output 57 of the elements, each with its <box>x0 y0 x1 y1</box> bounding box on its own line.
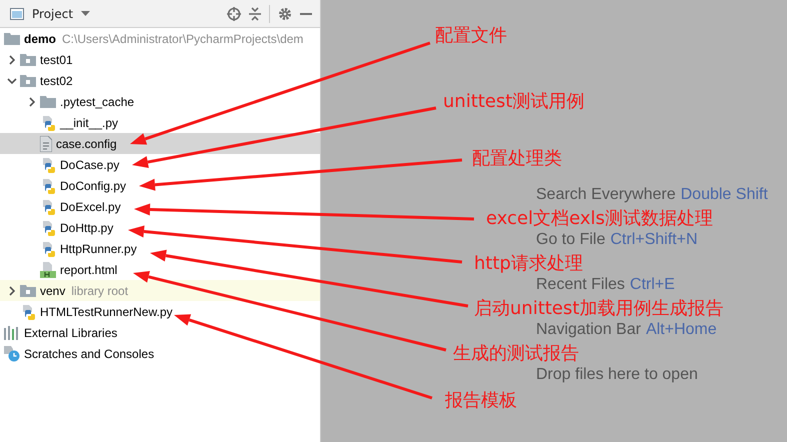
annotation-label: http请求处理 <box>474 253 583 275</box>
python-file-icon <box>40 220 56 236</box>
tree-item[interactable]: report.html <box>0 259 320 280</box>
annotation-label: 配置文件 <box>435 25 507 47</box>
tree-item[interactable]: HttpRunner.py <box>0 238 320 259</box>
shortcut-text: Ctrl+E <box>630 276 675 293</box>
folder-icon <box>20 52 36 66</box>
scratch-clock-icon <box>4 346 20 362</box>
tree-item[interactable]: case.config <box>0 133 320 154</box>
tree-item[interactable]: HTMLTestRunnerNew.py <box>0 301 320 322</box>
python-file-icon <box>40 156 56 172</box>
caret-icon[interactable] <box>81 11 90 16</box>
tree-item[interactable]: DoCase.py <box>0 154 320 175</box>
hint-text: Navigation Bar <box>536 321 641 338</box>
hint-text: Go to File <box>536 231 606 248</box>
crosshair-icon[interactable] <box>227 6 241 20</box>
tree-item[interactable]: .pytest_cache <box>0 91 320 112</box>
annotation-label: 启动unittest加载用例生成报告 <box>474 298 724 320</box>
annotation-label: unittest测试用例 <box>443 91 584 113</box>
folder-icon <box>40 94 56 108</box>
hint-text: Recent Files <box>536 276 625 293</box>
folder-icon <box>20 74 36 88</box>
folder-icon <box>20 284 36 298</box>
html-file-icon <box>40 262 56 278</box>
tree-item[interactable]: DoConfig.py <box>0 175 320 196</box>
library-bars-icon <box>4 326 20 340</box>
python-file-icon <box>40 114 56 130</box>
tree-item[interactable]: demo C:\Users\Administrator\PycharmProjects\dem <box>0 28 320 49</box>
python-file-icon <box>40 240 56 256</box>
settings-icon[interactable] <box>278 6 292 20</box>
tree-item[interactable]: Scratches and Consoles <box>0 343 320 364</box>
text-file-icon <box>40 136 52 152</box>
tree-item[interactable]: test01 <box>0 49 320 70</box>
window-icon <box>10 8 24 20</box>
annotation-label: 配置处理类 <box>472 148 562 170</box>
shortcut-text: Ctrl+Shift+N <box>610 231 698 248</box>
tree-item[interactable]: DoHttp.py <box>0 217 320 238</box>
tree-item[interactable]: DoExcel.py <box>0 196 320 217</box>
tree-item[interactable]: __init__.py <box>0 112 320 133</box>
python-file-icon <box>40 198 56 214</box>
python-file-icon <box>20 304 36 320</box>
shortcut-text: Alt+Home <box>646 321 717 338</box>
collapse-all-icon[interactable] <box>249 6 261 20</box>
folder-note: library root <box>71 284 128 298</box>
tree-item[interactable]: test02 <box>0 70 320 91</box>
panel-title[interactable]: Project <box>32 6 74 20</box>
annotation-label: 报告模板 <box>445 390 517 412</box>
hint-text: Search Everywhere <box>536 186 676 203</box>
tree-item[interactable]: External Libraries <box>0 322 320 343</box>
folder-icon <box>4 32 20 46</box>
shortcut-text: Double Shift <box>680 186 768 203</box>
hint-text: Drop files here to open <box>536 366 698 383</box>
project-path: C:\Users\Administrator\PycharmProjects\dem <box>62 32 304 46</box>
annotation-label: excel文档exls测试数据处理 <box>486 208 713 230</box>
python-file-icon <box>40 178 56 194</box>
annotation-label: 生成的测试报告 <box>453 343 579 365</box>
tree-item[interactable]: venv library root <box>0 280 320 301</box>
